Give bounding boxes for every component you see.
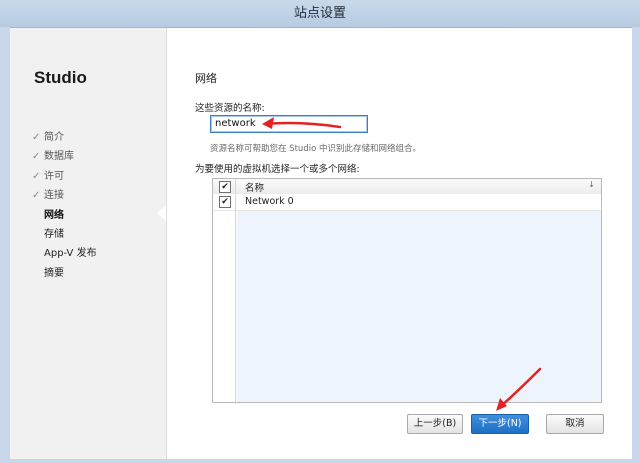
step-license[interactable]: ✓ 许可	[32, 167, 97, 186]
cancel-button[interactable]: 取消	[546, 414, 604, 434]
step-database[interactable]: ✓ 数据库	[32, 147, 97, 166]
next-button[interactable]: 下一步(N)	[471, 414, 529, 434]
check-icon: ✓	[32, 151, 41, 163]
step-label: 连接	[44, 190, 64, 202]
step-connection[interactable]: ✓ 连接	[32, 186, 97, 205]
step-label: 网络	[44, 209, 64, 221]
checkbox-column	[213, 179, 236, 404]
check-icon: ✓	[32, 170, 41, 182]
back-button[interactable]: 上一步(B)	[407, 414, 463, 434]
network-name: Network 0	[245, 196, 294, 207]
brand-title: Studio	[34, 68, 87, 87]
resource-name-label: 这些资源的名称:	[195, 103, 265, 114]
step-intro[interactable]: ✓ 简介	[32, 128, 97, 147]
check-icon: ✓	[32, 190, 41, 202]
window-frame-right	[632, 27, 640, 463]
current-step-pointer	[157, 205, 166, 221]
network-list-empty-area	[237, 210, 601, 402]
column-header-name[interactable]: 名称	[245, 180, 264, 194]
resource-name-input[interactable]: network	[210, 115, 368, 133]
step-label: 数据库	[44, 151, 74, 163]
step-label: 摘要	[44, 267, 64, 279]
step-label: 许可	[44, 170, 64, 182]
sort-down-icon[interactable]: ↓	[588, 180, 595, 189]
wizard-main: 网络 这些资源的名称: network 资源名称可帮助您在 Studio 中识别…	[167, 28, 632, 459]
check-icon: ✓	[32, 132, 41, 143]
network-select-label: 为要使用的虚拟机选择一个或多个网络:	[195, 164, 360, 175]
page-title: 网络	[195, 72, 217, 85]
step-storage: 存储	[32, 225, 97, 244]
resource-name-hint: 资源名称可帮助您在 Studio 中识别此存储和网络组合。	[210, 144, 421, 154]
network-list-header: ✔ 名称 ↓	[213, 179, 601, 195]
network-list: ✔ 名称 ↓ ✔ Network 0	[212, 178, 602, 404]
step-network: 网络	[32, 206, 97, 225]
step-summary: 摘要	[32, 264, 97, 283]
wizard-sidebar: Studio ✓ 简介 ✓ 数据库 ✓ 许可 ✓ 连接 网络 存储 App-V 发布 摘…	[10, 28, 167, 459]
step-appv-publishing: App-V 发布	[32, 244, 97, 263]
step-label: 存储	[44, 228, 64, 240]
step-label: App-V 发布	[44, 248, 97, 260]
window-title: 站点设置	[0, 0, 640, 28]
window-frame-left	[0, 27, 10, 463]
step-label: 简介	[44, 132, 64, 143]
window-frame-bottom	[0, 459, 640, 463]
wizard-steps: ✓ 简介 ✓ 数据库 ✓ 许可 ✓ 连接 网络 存储 App-V 发布 摘要	[32, 128, 97, 283]
table-row[interactable]: ✔ Network 0	[213, 194, 601, 211]
